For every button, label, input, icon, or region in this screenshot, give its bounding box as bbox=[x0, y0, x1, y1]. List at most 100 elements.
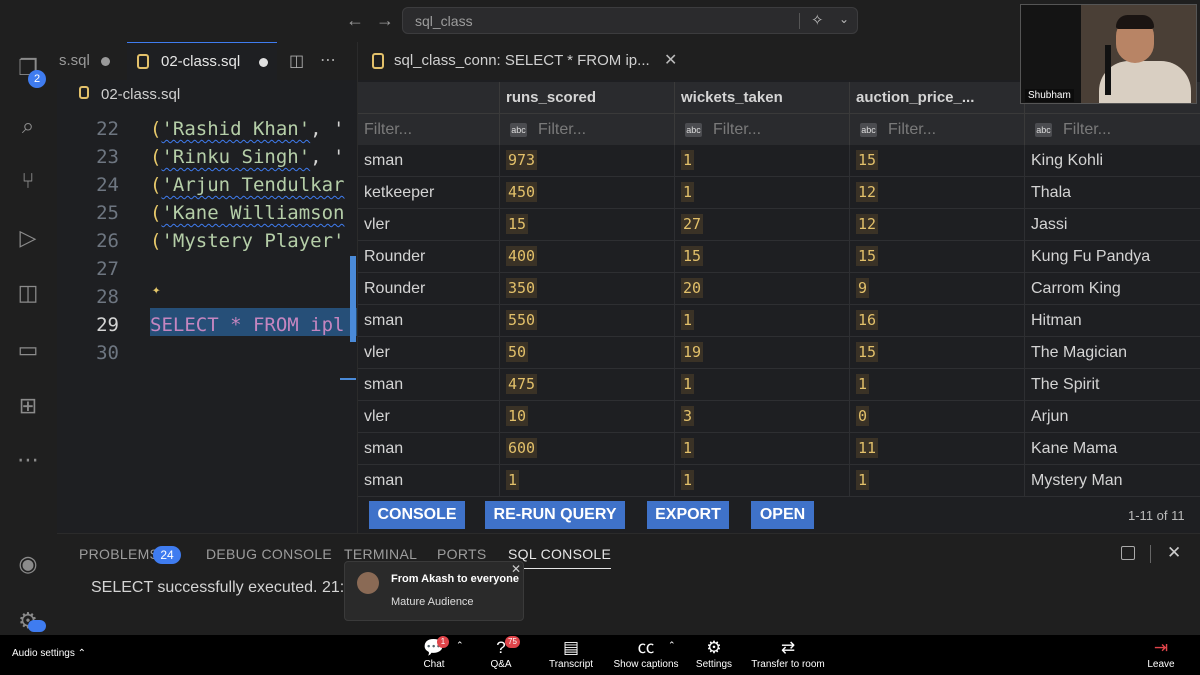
search-icon[interactable]: ⌕ bbox=[14, 112, 42, 140]
table-cell[interactable]: 19 bbox=[675, 337, 850, 369]
more-actions-icon[interactable]: ⋯ bbox=[320, 50, 336, 70]
table-cell[interactable]: 1 bbox=[675, 465, 850, 497]
table-cell[interactable]: 12 bbox=[850, 177, 1025, 209]
table-cell[interactable]: Mystery Man bbox=[1025, 465, 1200, 497]
table-cell[interactable]: 1 bbox=[850, 465, 1025, 497]
table-cell[interactable]: Arjun bbox=[1025, 401, 1200, 433]
table-cell[interactable]: 9 bbox=[850, 273, 1025, 305]
table-cell[interactable]: 10 bbox=[500, 401, 675, 433]
copilot-chat-icon[interactable]: ✧ bbox=[811, 11, 824, 29]
table-cell[interactable]: ketkeeper bbox=[358, 177, 500, 209]
code-editor[interactable]: 22 ('Rashid Khan', ' 23 ('Rinku Singh', … bbox=[57, 108, 357, 533]
tab-problems[interactable]: PROBLEMS bbox=[79, 546, 159, 562]
unsaved-dot-icon[interactable] bbox=[259, 58, 268, 67]
column-filter-input[interactable]: abc Filter... bbox=[675, 113, 850, 145]
table-cell[interactable]: 3 bbox=[675, 401, 850, 433]
table-cell[interactable]: 50 bbox=[500, 337, 675, 369]
column-header[interactable]: runs_scored bbox=[500, 82, 675, 113]
table-cell[interactable]: 15 bbox=[500, 209, 675, 241]
tab-query-results[interactable]: sql_class_conn: SELECT * FROM ip... ✕ bbox=[358, 42, 1021, 80]
extensions-icon[interactable]: ⊞ bbox=[14, 392, 42, 420]
leave-button[interactable]: ⇥ Leave bbox=[1144, 637, 1178, 670]
scroll-indicator[interactable] bbox=[350, 256, 356, 342]
table-cell[interactable]: 0 bbox=[850, 401, 1025, 433]
forward-arrow-icon[interactable]: → bbox=[376, 10, 394, 31]
table-cell[interactable]: 450 bbox=[500, 177, 675, 209]
close-icon[interactable]: ✕ bbox=[664, 50, 677, 70]
table-cell[interactable]: Hitman bbox=[1025, 305, 1200, 337]
table-cell[interactable]: sman bbox=[358, 145, 500, 177]
table-cell[interactable]: 1 bbox=[675, 433, 850, 465]
table-cell[interactable]: 350 bbox=[500, 273, 675, 305]
table-cell[interactable]: 15 bbox=[675, 241, 850, 273]
breadcrumb-file[interactable]: 02-class.sql bbox=[101, 86, 180, 103]
column-header[interactable] bbox=[358, 82, 500, 113]
command-center-search[interactable]: sql_class ✧ ⌄ bbox=[402, 7, 858, 34]
chevron-up-icon[interactable]: ⌃ bbox=[668, 640, 676, 651]
unsaved-dot-icon[interactable] bbox=[101, 57, 110, 66]
table-cell[interactable]: The Magician bbox=[1025, 337, 1200, 369]
table-cell[interactable]: 16 bbox=[850, 305, 1025, 337]
table-cell[interactable]: sman bbox=[358, 433, 500, 465]
table-cell[interactable]: 27 bbox=[675, 209, 850, 241]
table-cell[interactable]: 1 bbox=[675, 145, 850, 177]
table-cell[interactable]: 15 bbox=[850, 145, 1025, 177]
audio-settings-button[interactable]: Audio settings ⌃ bbox=[12, 648, 86, 659]
transcript-button[interactable]: ▤ Transcript bbox=[546, 637, 596, 670]
table-cell[interactable]: 1 bbox=[675, 369, 850, 401]
table-cell[interactable]: 1 bbox=[850, 369, 1025, 401]
table-cell[interactable]: Kane Mama bbox=[1025, 433, 1200, 465]
column-filter-input[interactable]: abc Filter... bbox=[500, 113, 675, 145]
tab-02-class-sql[interactable]: 02-class.sql bbox=[127, 42, 277, 80]
table-cell[interactable]: The Spirit bbox=[1025, 369, 1200, 401]
table-cell[interactable]: 1 bbox=[500, 465, 675, 497]
sparkle-icon[interactable]: ✦ bbox=[152, 282, 160, 298]
chevron-down-icon[interactable]: ⌄ bbox=[839, 12, 849, 26]
table-cell[interactable]: vler bbox=[358, 337, 500, 369]
account-icon[interactable]: ◉ bbox=[14, 550, 42, 578]
table-cell[interactable]: Kung Fu Pandya bbox=[1025, 241, 1200, 273]
table-cell[interactable]: 15 bbox=[850, 337, 1025, 369]
chevron-up-icon[interactable]: ⌃ bbox=[456, 640, 464, 651]
table-cell[interactable]: 1 bbox=[675, 177, 850, 209]
run-debug-icon[interactable]: ▷ bbox=[14, 224, 42, 252]
table-cell[interactable]: 475 bbox=[500, 369, 675, 401]
close-icon[interactable]: ✕ bbox=[511, 562, 521, 576]
source-control-icon[interactable]: ⑂ bbox=[14, 167, 42, 195]
table-cell[interactable]: 11 bbox=[850, 433, 1025, 465]
transfer-to-room-button[interactable]: ⇄ Transfer to room bbox=[748, 637, 828, 670]
table-cell[interactable]: 1 bbox=[675, 305, 850, 337]
export-button[interactable]: EXPORT bbox=[647, 501, 729, 529]
table-cell[interactable]: 12 bbox=[850, 209, 1025, 241]
table-cell[interactable]: sman bbox=[358, 369, 500, 401]
table-cell[interactable]: Rounder bbox=[358, 241, 500, 273]
table-cell[interactable]: King Kohli bbox=[1025, 145, 1200, 177]
settings-button[interactable]: ⚙ Settings bbox=[694, 637, 734, 670]
chat-notification[interactable]: From Akash to everyone Mature Audience ✕ bbox=[344, 561, 524, 621]
maximize-panel-icon[interactable] bbox=[1121, 546, 1135, 560]
column-filter-input[interactable]: abc Filter... bbox=[1025, 113, 1200, 145]
column-header[interactable]: wickets_taken bbox=[675, 82, 850, 113]
column-filter-input[interactable]: abc Filter... bbox=[850, 113, 1025, 145]
more-icon[interactable]: ⋯ bbox=[14, 446, 42, 474]
table-cell[interactable]: Jassi bbox=[1025, 209, 1200, 241]
column-header[interactable]: auction_price_... bbox=[850, 82, 1025, 113]
table-cell[interactable]: 600 bbox=[500, 433, 675, 465]
database-icon[interactable]: ◫ bbox=[14, 279, 42, 307]
participant-video[interactable]: Shubham bbox=[1020, 4, 1197, 104]
tab-ports[interactable]: PORTS bbox=[437, 546, 486, 562]
table-cell[interactable]: 20 bbox=[675, 273, 850, 305]
tab-debug-console[interactable]: DEBUG CONSOLE bbox=[206, 546, 332, 562]
table-cell[interactable]: 15 bbox=[850, 241, 1025, 273]
column-filter-input[interactable]: Filter... bbox=[358, 113, 500, 145]
table-cell[interactable]: sman bbox=[358, 465, 500, 497]
close-panel-icon[interactable]: ✕ bbox=[1167, 543, 1181, 563]
tab-terminal[interactable]: TERMINAL bbox=[344, 546, 417, 562]
table-cell[interactable]: Thala bbox=[1025, 177, 1200, 209]
table-cell[interactable]: vler bbox=[358, 209, 500, 241]
tab-prev-file[interactable]: s.sql bbox=[57, 42, 127, 80]
rerun-query-button[interactable]: RE-RUN QUERY bbox=[485, 501, 625, 529]
table-cell[interactable]: Carrom King bbox=[1025, 273, 1200, 305]
table-cell[interactable]: 550 bbox=[500, 305, 675, 337]
remote-explorer-icon[interactable]: ▭ bbox=[14, 336, 42, 364]
